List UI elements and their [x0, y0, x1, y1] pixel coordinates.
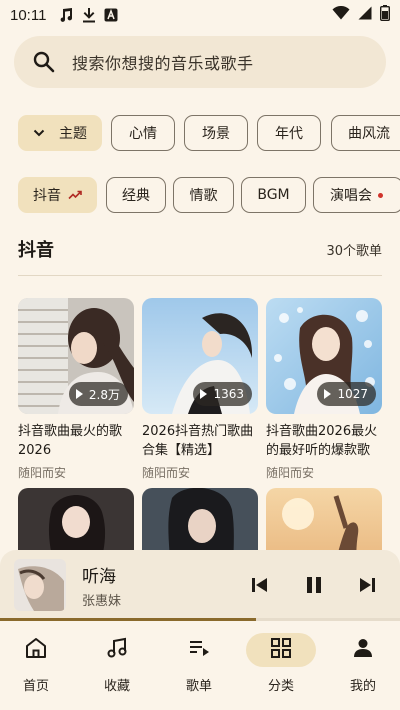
playlist-author: 随阳而安: [142, 466, 191, 480]
nav-label: 分类: [267, 679, 294, 694]
chip-label: 心情: [129, 126, 157, 142]
chip-mood[interactable]: 心情: [111, 115, 175, 151]
now-playing-cover: [14, 559, 66, 611]
music-note-icon: [105, 636, 129, 664]
playlist-card[interactable]: 2.8万 抖音歌曲最火的歌2026 随阳而安: [18, 298, 134, 481]
playlist-cover: 2.8万: [18, 298, 134, 414]
chevron-down-icon: [33, 129, 45, 137]
playlist-author: 随阳而安: [266, 466, 315, 480]
chip-bgm[interactable]: BGM: [241, 177, 306, 213]
playlist-cover: 1027: [266, 298, 382, 414]
skip-previous-icon[interactable]: [248, 573, 272, 597]
person-icon: [352, 637, 374, 663]
pause-icon[interactable]: [302, 573, 326, 597]
status-time: 10:11: [10, 6, 47, 24]
grid-icon: [270, 637, 292, 663]
chip-classic[interactable]: 经典: [106, 177, 166, 213]
home-icon: [24, 636, 48, 664]
chip-label: 曲风流: [348, 126, 390, 142]
search-icon: [32, 50, 56, 74]
chip-concert[interactable]: 演唱会: [313, 177, 400, 213]
signal-icon: [358, 6, 372, 24]
battery-icon: [379, 5, 391, 25]
search-placeholder: 搜索你想搜的音乐或歌手: [72, 54, 254, 73]
nav-label: 首页: [22, 679, 49, 694]
wifi-icon: [332, 5, 350, 24]
font-a-icon: [104, 8, 118, 22]
play-count: 1027: [337, 387, 368, 401]
music-note-icon: [58, 7, 74, 23]
search-bar[interactable]: 搜索你想搜的音乐或歌手: [14, 36, 386, 88]
chip-label: 场景: [202, 126, 230, 142]
filter-row-category: 主题 心情 场景 年代 曲风流: [0, 115, 400, 151]
filter-row-tags: 抖音 经典 情歌 BGM 演唱会: [0, 177, 400, 213]
play-count-badge: 1363: [193, 382, 252, 406]
play-icon: [324, 389, 332, 399]
chip-love-songs[interactable]: 情歌: [173, 177, 234, 213]
new-badge-dot: [378, 192, 383, 198]
download-icon: [82, 7, 96, 23]
nav-categories[interactable]: 分类: [241, 633, 321, 703]
nav-label: 歌单: [185, 679, 212, 694]
chip-era[interactable]: 年代: [257, 115, 321, 151]
chip-theme[interactable]: 主题: [18, 115, 102, 151]
playlist-author: 随阳而安: [18, 466, 67, 480]
chip-label: 情歌: [189, 188, 218, 204]
playlist-title: 抖音歌曲最火的歌2026: [18, 424, 123, 458]
playlist-cover: 1363: [142, 298, 258, 414]
chip-label: 抖音: [33, 188, 61, 204]
playlist-title: 2026抖音热门歌曲合集【精选】: [142, 424, 254, 458]
nav-active-indicator: [246, 633, 316, 667]
chip-label: 主题: [59, 126, 87, 142]
chip-scene[interactable]: 场景: [184, 115, 248, 151]
now-playing-title: 听海: [82, 567, 116, 587]
chip-douyin[interactable]: 抖音: [18, 177, 97, 213]
playlist-card[interactable]: 1363 2026抖音热门歌曲合集【精选】 随阳而安: [142, 298, 258, 481]
play-icon: [200, 389, 208, 399]
chip-label: 经典: [122, 188, 150, 204]
play-count-badge: 1027: [317, 382, 376, 406]
nav-label: 收藏: [103, 679, 130, 694]
section-title: 抖音: [18, 240, 54, 261]
nav-favorites[interactable]: 收藏: [77, 633, 157, 703]
skip-next-icon[interactable]: [355, 573, 379, 597]
now-playing-artist: 张惠妹: [82, 594, 122, 609]
section-divider: [18, 275, 382, 276]
nav-profile[interactable]: 我的: [323, 633, 400, 703]
playlist-icon: [187, 636, 211, 664]
nav-home[interactable]: 首页: [0, 633, 76, 703]
playlist-count: 30个歌单: [326, 243, 382, 259]
trending-icon: [68, 190, 82, 200]
mini-player[interactable]: 听海 张惠妹: [0, 550, 400, 620]
playlist-title: 抖音歌曲2026最火的最好听的爆款歌: [266, 424, 378, 458]
chip-label: BGM: [257, 187, 290, 203]
section-header: 抖音 30个歌单: [18, 236, 382, 262]
play-count: 1363: [213, 387, 244, 401]
playlist-card[interactable]: 1027 抖音歌曲2026最火的最好听的爆款歌 随阳而安: [266, 298, 382, 481]
chip-label: 年代: [275, 126, 303, 142]
status-bar: 10:11: [0, 0, 400, 30]
bottom-navigation: 首页 收藏 歌单 分类 我的: [0, 621, 400, 710]
chip-genre[interactable]: 曲风流: [331, 115, 400, 151]
nav-playlists[interactable]: 歌单: [159, 633, 239, 703]
chip-label: 演唱会: [330, 188, 372, 204]
play-count: 2.8万: [88, 387, 120, 402]
nav-label: 我的: [349, 679, 376, 694]
play-icon: [75, 389, 83, 399]
play-count-badge: 2.8万: [68, 382, 128, 406]
